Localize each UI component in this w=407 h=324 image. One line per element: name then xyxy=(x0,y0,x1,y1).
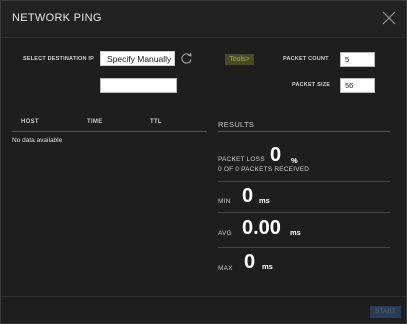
packet-count-label: PACKET COUNT xyxy=(283,56,329,62)
network-ping-dialog: NETWORK PING SELECT DESTINATION IP Speci… xyxy=(0,0,407,324)
avg-label: AVG xyxy=(218,230,232,237)
start-button[interactable]: START xyxy=(370,306,401,318)
close-icon[interactable] xyxy=(382,11,398,27)
results-header: RESULTS xyxy=(218,120,255,129)
max-unit: ms xyxy=(262,262,273,271)
packet-size-input[interactable] xyxy=(340,78,375,93)
results-divider xyxy=(218,181,390,182)
packet-loss-label: PACKET LOSS xyxy=(218,156,265,163)
packet-size-label: PACKET SIZE xyxy=(292,82,331,88)
packet-loss-unit: % xyxy=(291,156,298,165)
footer-divider xyxy=(1,296,406,297)
column-ttl: TTL xyxy=(150,119,162,125)
dialog-title: NETWORK PING xyxy=(12,12,102,24)
select-destination-label: SELECT DESTINATION IP xyxy=(23,56,95,62)
column-host: HOST xyxy=(21,119,39,125)
min-unit: ms xyxy=(259,196,270,205)
packets-received-text: 0 OF 0 PACKETS RECEIVED xyxy=(218,166,310,173)
avg-unit: ms xyxy=(290,228,301,237)
min-label: MIN xyxy=(218,198,231,205)
empty-table-message: No data available xyxy=(12,137,63,144)
destination-select[interactable]: Specify Manually xyxy=(100,51,175,66)
max-value: 0 xyxy=(244,251,256,273)
results-divider xyxy=(218,212,390,213)
refresh-icon[interactable] xyxy=(180,52,193,65)
results-header-divider xyxy=(218,131,390,132)
avg-value: 0.00 xyxy=(242,217,281,239)
packet-loss-value: 0 xyxy=(270,144,282,166)
min-value: 0 xyxy=(242,185,254,207)
results-divider xyxy=(218,247,390,248)
table-header-divider xyxy=(12,131,207,132)
title-bar: NETWORK PING xyxy=(1,1,406,38)
packet-count-input[interactable] xyxy=(340,52,375,67)
tools-button[interactable]: Tools> xyxy=(225,54,254,65)
max-label: MAX xyxy=(218,265,233,272)
column-time: TIME xyxy=(87,119,103,125)
ip-address-input[interactable] xyxy=(100,78,177,93)
